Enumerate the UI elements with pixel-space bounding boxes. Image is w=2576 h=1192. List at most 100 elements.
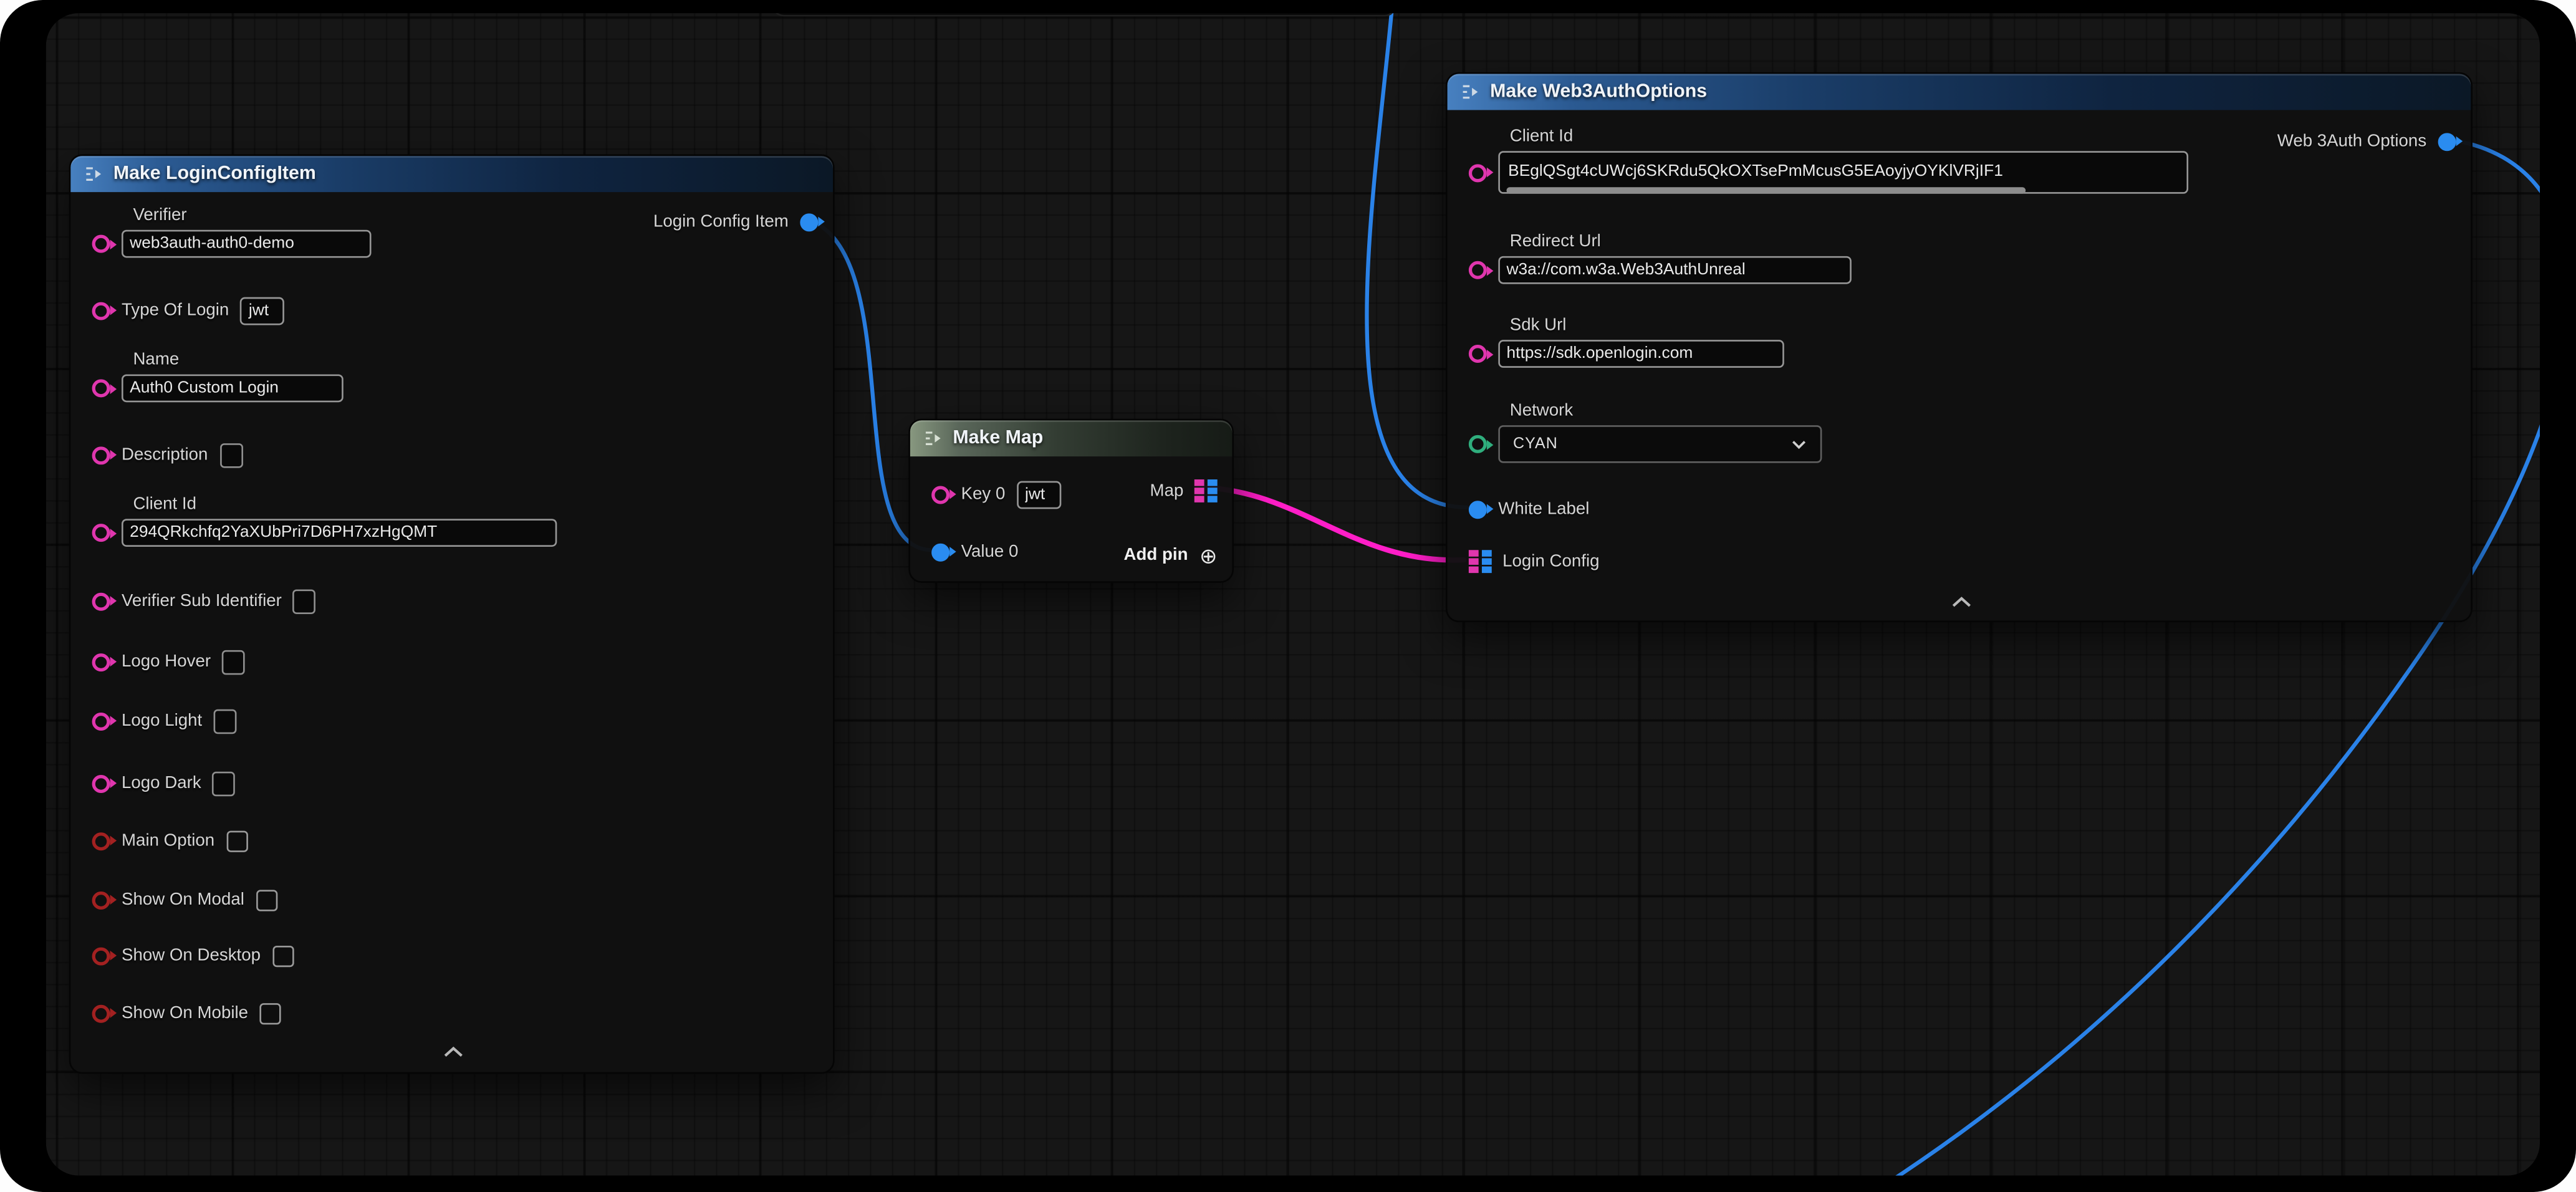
description-input[interactable] xyxy=(219,443,243,468)
pin-logo-dark[interactable] xyxy=(92,774,110,792)
pin-label: Show On Desktop xyxy=(122,946,261,966)
node-title: Make Map xyxy=(953,428,1043,448)
pin-client-id[interactable] xyxy=(92,524,110,542)
verifier-input[interactable] xyxy=(122,230,372,258)
pin-row-logo-hover: Logo Hover xyxy=(92,645,246,678)
pin-row-logo-dark: Logo Dark xyxy=(92,767,236,800)
pin-label: Name xyxy=(133,350,343,370)
pin-redirect-url[interactable] xyxy=(1469,261,1487,279)
logo-dark-input[interactable] xyxy=(213,771,236,795)
client-id-input[interactable] xyxy=(1505,158,2182,185)
output-row-map: Map xyxy=(1150,474,1218,507)
field-group-client-id: Client Id xyxy=(1469,127,2188,194)
pin-label: Description xyxy=(122,445,208,465)
add-pin-row: Add pin ⊕ xyxy=(1124,539,1218,572)
node-make-map[interactable]: Make Map Key 0 Map Value 0 Add pin xyxy=(908,419,1234,583)
output-pin-login-config-item[interactable] xyxy=(800,213,818,231)
pin-label: Client Id xyxy=(1510,127,2188,147)
pin-label: Show On Mobile xyxy=(122,1003,248,1023)
pin-white-label[interactable] xyxy=(1469,500,1487,518)
pin-label: Verifier xyxy=(133,205,371,225)
pin-logo-light[interactable] xyxy=(92,712,110,730)
add-pin-plus-icon[interactable]: ⊕ xyxy=(1199,544,1218,565)
horizontal-scrollbar[interactable] xyxy=(1506,186,2026,193)
pin-network[interactable] xyxy=(1469,435,1487,453)
node-make-web3authoptions[interactable]: Make Web3AuthOptions Web 3Auth Options C… xyxy=(1446,72,2473,622)
pin-label: Main Option xyxy=(122,831,214,851)
main-option-checkbox[interactable] xyxy=(226,830,248,851)
pin-label: Type Of Login xyxy=(122,300,229,320)
map-output-pin-icon[interactable] xyxy=(1195,480,1218,502)
logo-light-input[interactable] xyxy=(214,708,237,733)
pin-value0[interactable] xyxy=(931,542,949,560)
sdk-url-input[interactable] xyxy=(1498,340,1784,368)
add-pin-label: Add pin xyxy=(1124,545,1188,565)
pin-main-option[interactable] xyxy=(92,832,110,850)
logo-hover-input[interactable] xyxy=(223,650,246,675)
pin-row-white-label: White Label xyxy=(1469,493,1590,526)
pin-row-show-on-modal: Show On Modal xyxy=(92,883,277,916)
pin-label: Redirect Url xyxy=(1510,231,1852,251)
chevron-down-icon xyxy=(1790,439,1807,449)
show-on-desktop-checkbox[interactable] xyxy=(272,945,293,966)
make-map-icon xyxy=(923,428,943,448)
output-pin-web3auth-options[interactable] xyxy=(2438,132,2456,150)
pin-description[interactable] xyxy=(92,446,110,464)
output-pin-label: Map xyxy=(1150,481,1184,501)
pin-label: Value 0 xyxy=(961,542,1019,562)
field-group-sdk-url: Sdk Url xyxy=(1469,315,1784,368)
pin-sdk-url[interactable] xyxy=(1469,345,1487,363)
pin-name[interactable] xyxy=(92,379,110,397)
node-title: Make Web3AuthOptions xyxy=(1490,82,1707,102)
chevron-up-icon xyxy=(442,1045,465,1056)
type-of-login-input[interactable] xyxy=(241,296,285,324)
network-dropdown[interactable]: CYAN xyxy=(1498,425,1822,463)
network-dropdown-value: CYAN xyxy=(1513,435,1558,453)
pin-row-logo-light: Logo Light xyxy=(92,704,237,738)
field-group-name: Name xyxy=(92,350,344,402)
pin-row-value0: Value 0 xyxy=(931,536,1018,569)
pin-label: Logo Hover xyxy=(122,652,211,672)
node-header[interactable]: Make LoginConfigItem xyxy=(70,156,833,192)
offscreen-node-bottom-edge[interactable] xyxy=(772,13,1396,16)
make-struct-icon xyxy=(1461,82,1481,102)
graph-world: Make LoginConfigItem Login Config Item V… xyxy=(46,13,2540,1176)
pin-verifier[interactable] xyxy=(92,235,110,253)
pin-show-on-mobile[interactable] xyxy=(92,1004,110,1022)
name-input[interactable] xyxy=(122,374,344,402)
key0-input[interactable] xyxy=(1017,480,1061,508)
show-on-mobile-checkbox[interactable] xyxy=(259,1002,281,1024)
pin-show-on-modal[interactable] xyxy=(92,891,110,909)
pin-row-login-config: Login Config xyxy=(1469,545,1600,578)
pin-show-on-desktop[interactable] xyxy=(92,946,110,964)
node-header[interactable]: Make Map xyxy=(910,420,1232,456)
pin-row-show-on-desktop: Show On Desktop xyxy=(92,939,294,972)
pin-label: Logo Light xyxy=(122,711,202,731)
field-group-client-id: Client Id xyxy=(92,494,557,547)
pin-row-main-option: Main Option xyxy=(92,824,248,857)
pin-type-of-login[interactable] xyxy=(92,301,110,319)
client-id-input[interactable] xyxy=(122,519,557,547)
collapse-node-button[interactable] xyxy=(1945,593,1978,609)
field-group-verifier: Verifier xyxy=(92,205,372,257)
collapse-node-button[interactable] xyxy=(437,1042,470,1059)
output-row: Login Config Item xyxy=(653,205,818,238)
node-make-loginconfigitem[interactable]: Make LoginConfigItem Login Config Item V… xyxy=(69,155,835,1074)
output-pin-label: Login Config Item xyxy=(653,212,789,232)
pin-row-description: Description xyxy=(92,438,243,471)
pin-logo-hover[interactable] xyxy=(92,653,110,671)
redirect-url-input[interactable] xyxy=(1498,256,1852,284)
blueprint-graph-canvas[interactable]: Make LoginConfigItem Login Config Item V… xyxy=(46,13,2540,1176)
wire-map-to-login-config[interactable] xyxy=(1206,488,1464,560)
show-on-modal-checkbox[interactable] xyxy=(256,889,277,910)
verifier-sub-identifier-input[interactable] xyxy=(293,589,316,613)
chevron-up-icon xyxy=(1950,595,1973,607)
node-header[interactable]: Make Web3AuthOptions xyxy=(1448,74,2471,110)
pin-label: White Label xyxy=(1498,499,1589,519)
pin-client-id[interactable] xyxy=(1469,163,1487,181)
login-config-map-pin-icon[interactable] xyxy=(1469,550,1491,572)
pin-verifier-sub-identifier[interactable] xyxy=(92,592,110,610)
pin-label: Show On Modal xyxy=(122,890,244,910)
pin-key0[interactable] xyxy=(931,485,949,503)
client-id-field[interactable] xyxy=(1498,151,2188,193)
